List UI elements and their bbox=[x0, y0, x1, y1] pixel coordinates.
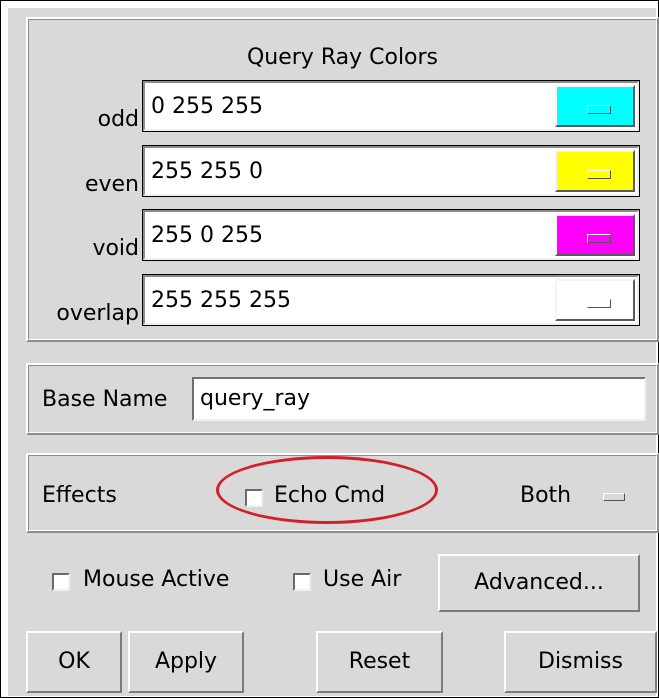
mouse-active-checkbox[interactable] bbox=[52, 573, 70, 591]
void-label: void bbox=[92, 236, 139, 261]
base-name-field[interactable]: query_ray bbox=[192, 377, 646, 421]
even-color-value: 255 255 0 bbox=[151, 159, 263, 184]
reset-button[interactable]: Reset bbox=[316, 631, 443, 693]
menu-indicator-icon bbox=[587, 170, 611, 179]
advanced-button[interactable]: Advanced... bbox=[438, 554, 640, 612]
overlap-color-swatch-button[interactable] bbox=[555, 279, 635, 321]
odd-color-value: 0 255 255 bbox=[151, 94, 263, 119]
group-title: Query Ray Colors bbox=[246, 45, 439, 70]
even-label: even bbox=[84, 172, 139, 197]
query-ray-colors-group: Query Ray Colors odd 0 255 255 even 255 … bbox=[26, 17, 659, 342]
even-color-swatch-button[interactable] bbox=[555, 150, 635, 192]
use-air-checkbox[interactable] bbox=[293, 573, 311, 591]
base-name-value: query_ray bbox=[200, 386, 311, 411]
base-name-group: Base Name query_ray bbox=[26, 363, 659, 435]
even-color-field[interactable]: 255 255 0 bbox=[142, 145, 640, 197]
void-color-value: 255 0 255 bbox=[151, 223, 263, 248]
base-name-label: Base Name bbox=[42, 387, 168, 412]
annotation-ellipse bbox=[216, 456, 438, 524]
dismiss-button[interactable]: Dismiss bbox=[504, 631, 657, 693]
mouse-active-label[interactable]: Mouse Active bbox=[83, 567, 229, 592]
effects-menu-indicator-icon[interactable] bbox=[603, 493, 625, 501]
query-ray-window: Query Ray Colors odd 0 255 255 even 255 … bbox=[0, 0, 659, 698]
overlap-color-field[interactable]: 255 255 255 bbox=[142, 274, 640, 326]
use-air-label[interactable]: Use Air bbox=[323, 567, 401, 592]
menu-indicator-icon bbox=[587, 299, 611, 308]
odd-label: odd bbox=[97, 107, 139, 132]
void-color-swatch-button[interactable] bbox=[555, 214, 635, 256]
apply-button[interactable]: Apply bbox=[128, 631, 244, 693]
effects-menu-value[interactable]: Both bbox=[520, 483, 571, 508]
effects-label: Effects bbox=[42, 483, 117, 508]
void-color-field[interactable]: 255 0 255 bbox=[142, 209, 640, 261]
odd-color-field[interactable]: 0 255 255 bbox=[142, 80, 640, 132]
menu-indicator-icon bbox=[587, 105, 611, 114]
menu-indicator-icon bbox=[587, 234, 611, 243]
overlap-label: overlap bbox=[56, 301, 139, 326]
overlap-color-value: 255 255 255 bbox=[151, 288, 291, 313]
odd-color-swatch-button[interactable] bbox=[555, 85, 635, 127]
ok-button[interactable]: OK bbox=[26, 631, 122, 693]
